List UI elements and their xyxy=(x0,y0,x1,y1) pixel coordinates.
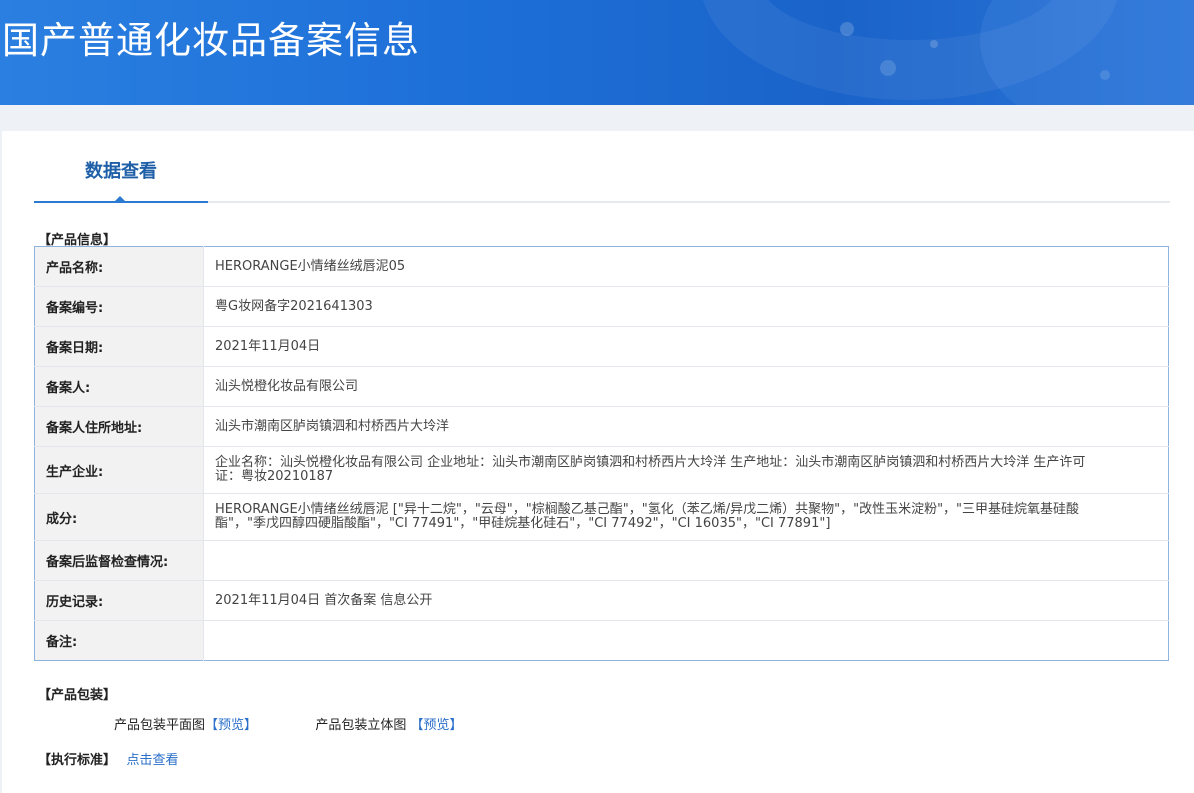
tab-bar: 数据查看 xyxy=(34,131,1170,203)
row-value: 2021年11月04日 首次备案 信息公开 xyxy=(203,580,1169,621)
row-label: 备案人: xyxy=(34,366,204,407)
row-value: 粤G妆网备字2021641303 xyxy=(203,286,1169,327)
table-row: 备案后监督检查情况: xyxy=(34,540,1169,581)
banner-decoration xyxy=(840,22,854,36)
tab-label: 数据查看 xyxy=(85,161,157,182)
table-row: 备案人住所地址: 汕头市潮南区胪岗镇泗和村桥西片大坽洋 xyxy=(34,406,1169,447)
product-info-table: 产品名称: HERORANGE小情绪丝绒唇泥05 备案编号: 粤G妆网备字202164… xyxy=(34,246,1169,661)
row-value: 企业名称：汕头悦橙化妆品有限公司 企业地址：汕头市潮南区胪岗镇泗和村桥西片大坽洋… xyxy=(203,446,1169,494)
row-label: 成分: xyxy=(34,493,204,541)
packaging-section-label: 【产品包装】 xyxy=(38,688,117,703)
row-label: 历史记录: xyxy=(34,580,204,621)
page-title: 国产普通化妆品备案信息 xyxy=(2,19,420,62)
row-value: HERORANGE小情绪丝绒唇泥 ["异十二烷"，"云母"，"棕榈酸乙基己酯"，… xyxy=(203,493,1169,541)
table-row: 备案日期: 2021年11月04日 xyxy=(34,326,1169,367)
banner-decoration xyxy=(930,40,938,48)
row-label: 生产企业: xyxy=(34,446,204,494)
table-row: 成分: HERORANGE小情绪丝绒唇泥 ["异十二烷"，"云母"，"棕榈酸乙基己… xyxy=(34,493,1169,541)
row-label: 备案编号: xyxy=(34,286,204,327)
standard-view-link[interactable]: 点击查看 xyxy=(127,753,179,768)
packaging-flat-preview-link[interactable]: 【预览】 xyxy=(205,718,257,733)
row-value xyxy=(203,620,1169,661)
row-value: HERORANGE小情绪丝绒唇泥05 xyxy=(215,258,406,274)
table-row: 备案编号: 粤G妆网备字2021641303 xyxy=(34,286,1169,327)
row-label: 备案日期: xyxy=(34,326,204,367)
packaging-solid-label: 产品包装立体图 xyxy=(315,718,407,733)
table-row: 备注: xyxy=(34,620,1169,661)
packaging-flat-label: 产品包装平面图 xyxy=(114,718,206,733)
row-value: 2021年11月04日 xyxy=(203,326,1169,367)
row-label: 备注: xyxy=(34,620,204,661)
packaging-solid-preview-link[interactable]: 【预览】 xyxy=(410,718,462,733)
table-row: 历史记录: 2021年11月04日 首次备案 信息公开 xyxy=(34,580,1169,621)
table-row: 生产企业: 企业名称：汕头悦橙化妆品有限公司 企业地址：汕头市潮南区胪岗镇泗和村桥… xyxy=(34,446,1169,494)
row-value: 汕头悦橙化妆品有限公司 xyxy=(203,366,1169,407)
row-value xyxy=(203,540,1169,581)
content-card: 数据查看 【产品信息】 产品名称: HERORANGE小情绪丝绒唇泥05 备案编号:… xyxy=(2,131,1194,793)
row-label: 备案后监督检查情况: xyxy=(34,540,204,581)
banner-decoration xyxy=(1100,70,1110,80)
tab-caret-icon xyxy=(114,196,126,202)
table-row: 备案人: 汕头悦橙化妆品有限公司 xyxy=(34,366,1169,407)
tab-data-view[interactable]: 数据查看 xyxy=(34,131,208,203)
standard-row: 【执行标准】 点击查看 xyxy=(38,749,179,768)
banner-decoration xyxy=(880,60,896,76)
standard-section-label: 【执行标准】 xyxy=(38,753,117,768)
table-row: 产品名称: HERORANGE小情绪丝绒唇泥05 xyxy=(34,246,1169,287)
row-label: 备案人住所地址: xyxy=(34,406,204,447)
header-banner: 国产普通化妆品备案信息 xyxy=(0,0,1194,105)
packaging-row: 产品包装平面图【预览】 产品包装立体图 【预览】 xyxy=(114,714,462,733)
row-label: 产品名称: xyxy=(34,246,204,287)
banner-decoration xyxy=(980,0,1194,105)
row-value: 汕头市潮南区胪岗镇泗和村桥西片大坽洋 xyxy=(203,406,1169,447)
